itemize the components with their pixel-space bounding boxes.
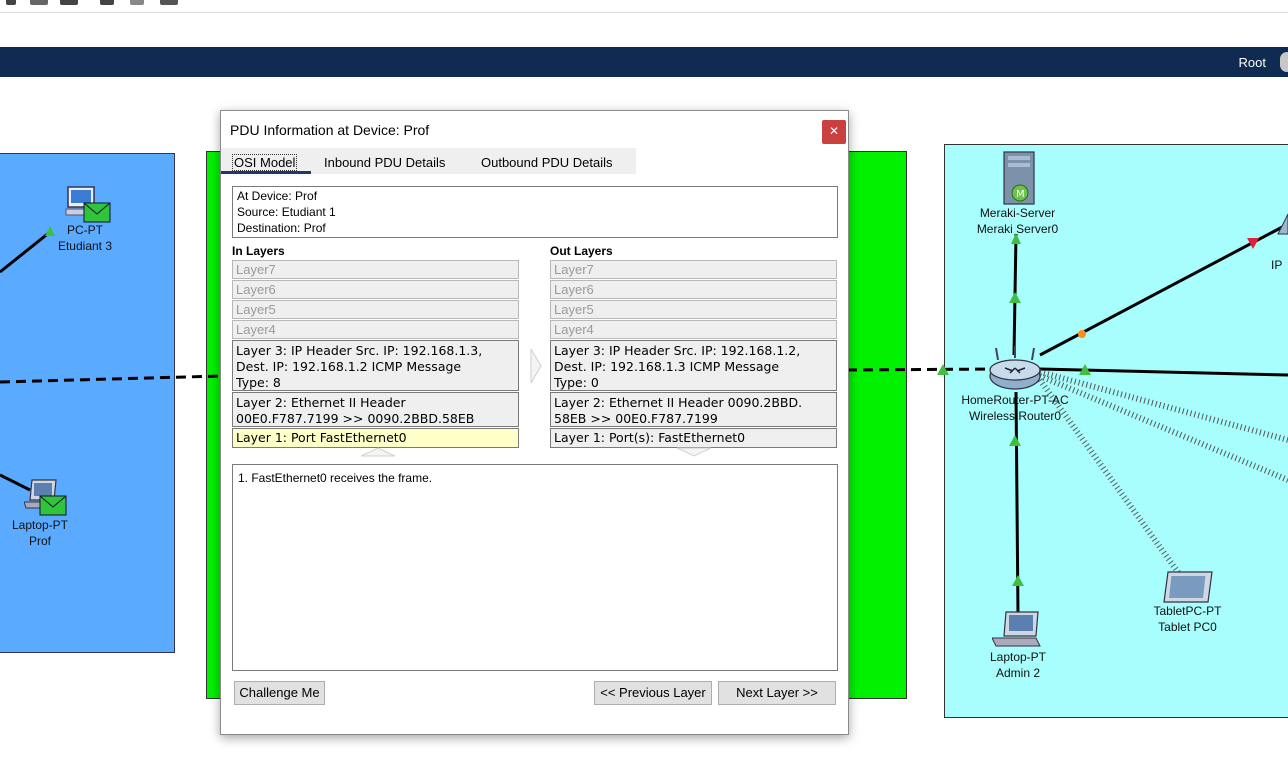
out-layer7[interactable]: Layer7 [550,260,837,279]
out-layer4[interactable]: Layer4 [550,320,837,339]
tab-osi-model[interactable]: OSI Model [232,154,298,171]
layer-description-box: 1. FastEthernet0 receives the frame. [232,464,838,671]
link-backbone-right [846,367,1001,372]
router-icon[interactable] [988,346,1042,392]
tab-bar: OSI Model Inbound PDU Details Outbound P… [221,148,636,174]
device-label-laptop-prof: Laptop-PT Prof [11,518,69,548]
layer-description-text: 1. FastEthernet0 receives the frame. [238,471,433,485]
tab-outbound-pdu-details[interactable]: Outbound PDU Details [481,155,613,170]
link-status-up [1009,435,1021,446]
in-layers-heading: In Layers [232,244,285,258]
tablet-icon[interactable] [1162,570,1216,604]
at-device-text: At Device: Prof [237,189,318,203]
pc-icon[interactable] [64,185,114,225]
in-layer5[interactable]: Layer5 [232,300,519,319]
laptop-icon[interactable] [24,478,74,520]
out-layer2[interactable]: Layer 2: Ethernet II Header 0090.2BBD. 5… [550,392,837,427]
device-info-box: At Device: Prof Source: Etudiant 1 Desti… [232,186,838,238]
svg-text:M: M [1016,189,1025,200]
source-text: Source: Etudiant 1 [237,205,336,219]
server-icon[interactable]: M [1002,150,1036,206]
link-right [1039,367,1288,377]
destination-text: Destination: Prof [237,221,326,235]
device-label-server: Meraki-Server Meraki Server0 [976,206,1059,236]
out-layers-heading: Out Layers [550,244,613,258]
link-status-pending [1078,330,1086,338]
active-tab-indicator [221,171,311,174]
in-layer1[interactable]: Layer 1: Port FastEthernet0 [232,428,519,448]
device-label-tablet: TabletPC-PT Tablet PC0 [1153,604,1222,634]
device-label-ip-partial: IP [1271,258,1283,272]
link-status-up [1012,575,1024,586]
device-label-pc: PC-PT Etudiant 3 [57,223,113,253]
device-label-laptop-admin: Laptop-PT Admin 2 [989,650,1047,680]
out-layer6[interactable]: Layer6 [550,280,837,299]
previous-layer-button[interactable]: << Previous Layer [594,681,712,705]
tab-inbound-pdu-details[interactable]: Inbound PDU Details [324,155,445,170]
tab-label: OSI Model [232,154,298,171]
challenge-me-button[interactable]: Challenge Me [234,681,325,705]
link-status-up [1009,292,1021,303]
out-layer3[interactable]: Layer 3: IP Header Src. IP: 192.168.1.2,… [550,340,837,391]
out-layer5[interactable]: Layer5 [550,300,837,319]
down-arrow-icon [361,447,395,457]
in-layer6[interactable]: Layer6 [232,280,519,299]
device-label-router: HomeRouter-PT-AC Wireless Router0 [961,393,1069,423]
ip-device-icon[interactable] [1274,210,1288,238]
in-layer7[interactable]: Layer7 [232,260,519,279]
link-pc [0,230,51,274]
in-layer3[interactable]: Layer 3: IP Header Src. IP: 192.168.1.3,… [232,340,519,391]
close-button[interactable]: ✕ [822,120,846,144]
pdu-info-dialog: PDU Information at Device: Prof ✕ OSI Mo… [220,110,849,735]
right-arrow-icon [530,349,542,383]
out-layer1[interactable]: Layer 1: Port(s): FastEthernet0 [550,428,837,448]
in-layer4[interactable]: Layer4 [232,320,519,339]
link-backbone-left [0,374,223,384]
in-layer2[interactable]: Layer 2: Ethernet II Header 00E0.F787.71… [232,392,519,427]
next-layer-button[interactable]: Next Layer >> [718,681,836,705]
up-arrow-icon [677,447,711,457]
laptop-admin-icon[interactable] [992,610,1046,650]
dialog-title: PDU Information at Device: Prof [230,122,430,138]
